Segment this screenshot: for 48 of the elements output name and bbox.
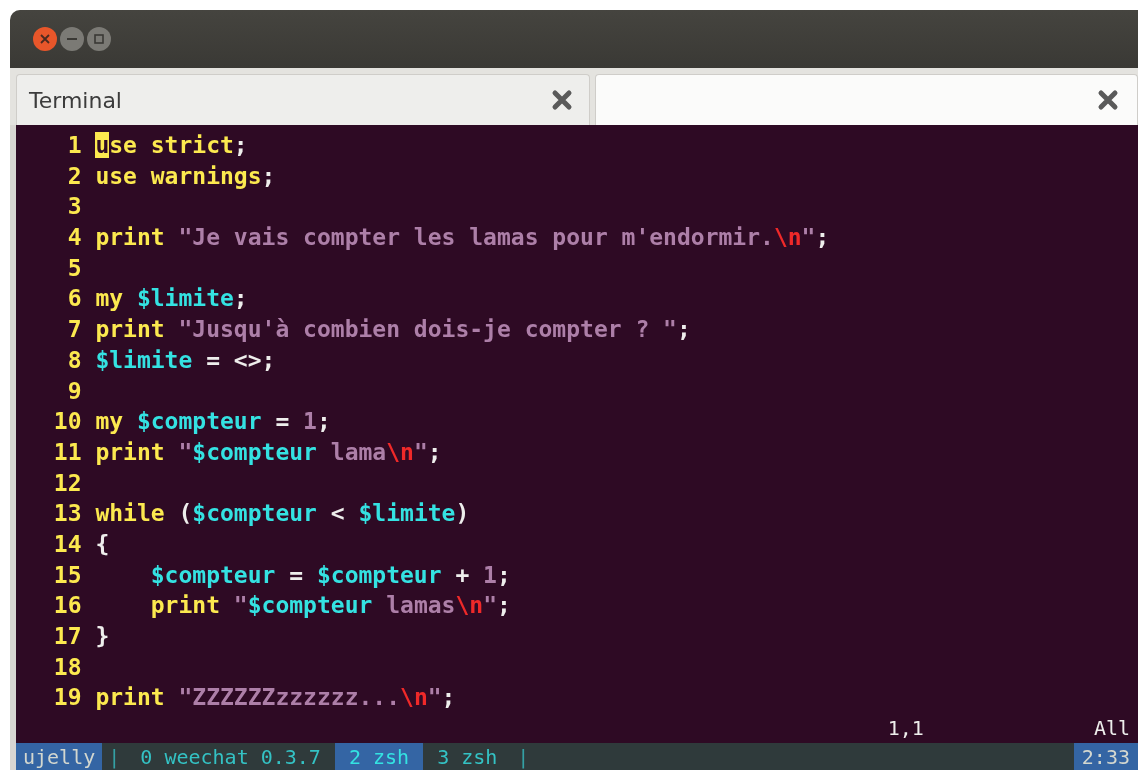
code-line: print "ZZZZZZzzzzzz...\n"; [95,683,456,713]
code-line: print "$compteur lama\n"; [95,437,442,467]
code-line: my $limite; [95,284,248,314]
scroll-position: All [1093,715,1130,743]
line-number: 6 [66,284,82,314]
line-number: 1 [66,131,82,160]
code-line: { [95,529,110,559]
line-number: 7 [66,315,82,345]
maximize-button[interactable] [86,26,112,52]
code-line: print "Je vais compter les lamas pour m'endormir.\n"; [95,223,830,253]
line-number: 10 [52,407,82,437]
window-tab[interactable]: 2 zsh [334,743,424,770]
line-number: 17 [52,622,82,651]
line-number: 12 [52,468,82,498]
session-name: ujelly [16,743,103,770]
line-number: 5 [66,253,82,283]
code-line: while ($compteur < $limite) [95,499,470,529]
code-line: use warnings; [95,161,276,191]
line-number: 3 [66,192,82,222]
minimize-button[interactable] [59,26,85,52]
line-number: 15 [52,560,82,590]
line-number: 13 [52,499,82,529]
code-line: use strict; [95,131,248,160]
code-line: print "$compteur lamas\n"; [149,591,511,621]
line-number: 4 [66,223,82,253]
close-icon[interactable] [551,89,573,111]
code-line: } [95,622,110,651]
clock: 2:33 [1073,743,1138,770]
code-line: print "Jusqu'à combien dois-je compter ? "; [95,315,691,345]
terminal-tab[interactable]: Terminal [16,74,590,125]
line-number: 9 [66,376,82,406]
cursor-position: 1,1 [887,715,924,743]
code-line: my $compteur = 1; [95,407,331,437]
window-tab[interactable]: 3 zsh [423,743,512,770]
line-number: 16 [52,591,82,621]
line-number: 8 [66,345,82,375]
line-number: 11 [52,437,82,467]
line-number: 14 [52,529,82,559]
close-button[interactable] [32,26,58,52]
line-number: 19 [52,683,82,713]
window-tab[interactable]: 0 weechat 0.3.7 [126,743,335,770]
close-icon[interactable] [1097,89,1119,111]
code-line: $compteur = $compteur + 1; [149,560,511,590]
line-number: 2 [66,161,82,191]
code-line: $limite = <>; [95,345,276,375]
line-number: 18 [52,652,82,682]
separator: | [516,744,531,770]
separator: | [107,744,122,770]
